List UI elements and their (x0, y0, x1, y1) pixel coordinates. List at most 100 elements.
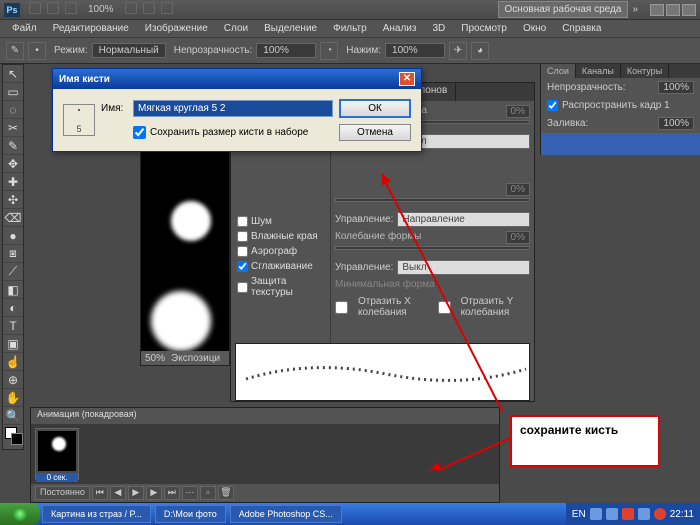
dodge-tool[interactable]: ◧ (3, 281, 23, 299)
eraser-tool[interactable]: ⌫ (3, 209, 23, 227)
taskbar-item[interactable]: Картина из страз / P... (42, 505, 151, 523)
marquee-tool[interactable]: ▭ (3, 83, 23, 101)
tray-icon[interactable] (622, 508, 634, 520)
system-tray[interactable]: EN 22:11 (566, 503, 700, 525)
prev-frame-button[interactable]: ◀ (110, 486, 126, 500)
brush-airbrush[interactable]: Аэрограф (235, 244, 326, 259)
tray-icon[interactable] (654, 508, 666, 520)
taskbar-item[interactable]: Adobe Photoshop CS... (230, 505, 342, 523)
dialog-title-bar[interactable]: Имя кисти ✕ (53, 69, 421, 89)
angle-jitter-value[interactable]: 0% (506, 183, 530, 196)
brush-name-input[interactable]: Мягкая круглая 5 2 (133, 100, 333, 117)
clock[interactable]: 22:11 (670, 509, 694, 520)
tray-icon[interactable] (606, 508, 618, 520)
menu-select[interactable]: Выделение (256, 21, 325, 36)
menu-analysis[interactable]: Анализ (375, 21, 425, 36)
tray-icon[interactable] (590, 508, 602, 520)
propagate-checkbox[interactable] (547, 100, 558, 111)
tool-preset-icon[interactable]: ✎ (6, 42, 24, 60)
play-button[interactable]: ▶ (128, 486, 144, 500)
move-tool[interactable]: ↖ (3, 65, 23, 83)
menu-view[interactable]: Просмотр (453, 21, 515, 36)
delete-frame-button[interactable]: 🗑 (218, 486, 234, 500)
zoom-tool[interactable]: 🔍 (3, 407, 23, 425)
doc-zoom[interactable]: 50% (145, 353, 165, 364)
menu-filter[interactable]: Фильтр (325, 21, 375, 36)
tab-layers[interactable]: Слои (541, 64, 576, 78)
crop-tool[interactable]: ✂ (3, 119, 23, 137)
flow-field[interactable]: 100% (385, 43, 445, 58)
hand-tool[interactable]: ☝ (3, 353, 23, 371)
brush-protect-texture[interactable]: Защита текстуры (235, 274, 326, 300)
workspace-switcher[interactable]: Основная рабочая среда (498, 1, 629, 18)
shape-jitter-slider[interactable] (335, 246, 530, 250)
control-select-3[interactable]: Выкл (397, 260, 530, 275)
ok-button[interactable]: ОК (339, 99, 411, 118)
menu-file[interactable]: Файл (4, 21, 45, 36)
reflect-x-checkbox[interactable] (335, 301, 348, 314)
menu-help[interactable]: Справка (554, 21, 609, 36)
minimize-button[interactable] (650, 4, 664, 16)
animation-frame[interactable]: 0 сек. (35, 428, 79, 480)
shape-jitter-value[interactable]: 0% (506, 231, 530, 244)
pressure-size-icon[interactable]: ◕ (471, 42, 489, 60)
layer-item[interactable] (541, 133, 700, 155)
tab-channels[interactable]: Каналы (576, 64, 621, 78)
menu-3d[interactable]: 3D (424, 21, 453, 36)
start-button[interactable] (0, 503, 40, 525)
first-frame-button[interactable]: ⏮ (92, 486, 108, 500)
menu-layer[interactable]: Слои (216, 21, 256, 36)
save-size-checkbox[interactable] (133, 126, 146, 139)
healing-tool[interactable]: ✥ (3, 155, 23, 173)
frame-delay[interactable]: 0 сек. (36, 473, 78, 482)
airbrush-icon[interactable]: ✈ (449, 42, 467, 60)
last-frame-button[interactable]: ⏭ (164, 486, 180, 500)
color-swatch[interactable] (3, 425, 23, 449)
brush-wet-edges[interactable]: Влажные края (235, 229, 326, 244)
rotate-tool[interactable]: ⊕ (3, 371, 23, 389)
tray-icon[interactable] (638, 508, 650, 520)
close-button[interactable] (682, 4, 696, 16)
next-frame-button[interactable]: ▶ (146, 486, 162, 500)
loop-select[interactable]: Постоянно (35, 486, 90, 500)
brush-tool[interactable]: ✚ (3, 173, 23, 191)
path-tool[interactable]: ◐ (3, 299, 23, 317)
brush-preset-icon[interactable]: • (28, 42, 46, 60)
blend-mode-select[interactable]: Нормальный (92, 43, 166, 58)
brush-smoothing[interactable]: Сглаживание (235, 259, 326, 274)
document-status: 50% Экспозици (141, 351, 229, 365)
menu-window[interactable]: Окно (515, 21, 554, 36)
new-frame-button[interactable]: ▫ (200, 486, 216, 500)
shape-tool[interactable]: ▣ (3, 335, 23, 353)
blur-tool[interactable]: ⧆ (3, 245, 23, 263)
view-controls[interactable] (122, 2, 176, 17)
hand-tool-2[interactable]: ✋ (3, 389, 23, 407)
taskbar-item[interactable]: D:\Мои фото (155, 505, 226, 523)
pressure-opacity-icon[interactable]: ◔ (320, 42, 338, 60)
pen-tool[interactable]: ⟋ (3, 263, 23, 281)
menu-edit[interactable]: Редактирование (45, 21, 137, 36)
opacity-field[interactable]: 100% (256, 43, 316, 58)
menu-bar: Файл Редактирование Изображение Слои Выд… (0, 20, 700, 38)
tab-paths[interactable]: Контуры (621, 64, 669, 78)
layer-opacity-value[interactable]: 100% (658, 81, 694, 94)
brush-noise[interactable]: Шум (235, 214, 326, 229)
maximize-button[interactable] (666, 4, 680, 16)
stamp-tool[interactable]: ✣ (3, 191, 23, 209)
layer-opacity-label: Непрозрачность: (547, 82, 626, 93)
menu-image[interactable]: Изображение (137, 21, 216, 36)
tween-button[interactable]: ⋯ (182, 486, 198, 500)
gradient-tool[interactable]: ● (3, 227, 23, 245)
size-jitter-value[interactable]: 0% (506, 105, 530, 118)
type-tool[interactable]: T (3, 317, 23, 335)
cancel-button[interactable]: Отмена (339, 124, 411, 141)
control-select-2[interactable]: Направление (397, 212, 530, 227)
angle-jitter-slider[interactable] (335, 198, 530, 202)
eyedropper-tool[interactable]: ✎ (3, 137, 23, 155)
layer-fill-value[interactable]: 100% (658, 117, 694, 130)
dialog-close-button[interactable]: ✕ (399, 72, 415, 86)
quick-access[interactable] (26, 2, 80, 17)
lang-indicator[interactable]: EN (572, 509, 586, 520)
lasso-tool[interactable]: ◌ (3, 101, 23, 119)
zoom-level[interactable]: 100% (88, 4, 114, 15)
